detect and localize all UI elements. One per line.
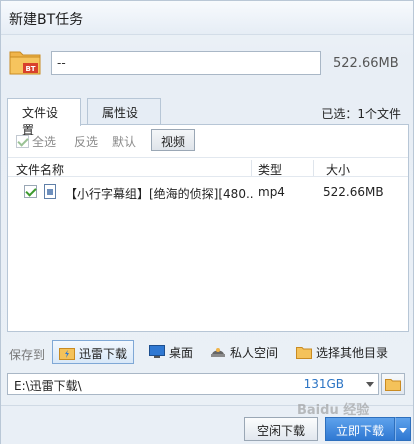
column-header-type[interactable]: 类型 xyxy=(258,161,282,178)
bt-folder-icon: BT xyxy=(9,51,41,75)
private-space-icon xyxy=(211,348,225,357)
save-thunder-download-button[interactable]: 迅雷下载 xyxy=(52,340,134,364)
choose-other-directory-label: 选择其他目录 xyxy=(316,346,389,360)
folder-icon xyxy=(385,379,401,391)
default-selection-link[interactable]: 默认 xyxy=(112,133,136,150)
bt-badge-text: BT xyxy=(25,65,35,73)
free-space-indicator: 131GB xyxy=(303,377,344,391)
private-space-label: 私人空间 xyxy=(230,346,279,360)
selected-file-count: 已选：1个文件 xyxy=(321,107,401,121)
video-file-icon xyxy=(44,184,56,199)
idle-download-button[interactable]: 空闲下载 xyxy=(244,417,318,441)
table-row[interactable]: 【小行字幕组】[绝海的侦探][480... mp4 522.66MB xyxy=(8,182,408,202)
save-desktop-button[interactable]: 桌面 xyxy=(143,340,199,364)
chevron-down-icon[interactable] xyxy=(366,382,374,387)
save-to-label: 保存到 xyxy=(9,348,46,362)
select-all-label: 全选 xyxy=(32,135,57,149)
column-header-size[interactable]: 大小 xyxy=(326,161,350,178)
thunder-download-label: 迅雷下载 xyxy=(79,347,128,361)
tab-attribute-settings[interactable]: 属性设置 xyxy=(87,98,161,137)
desktop-icon xyxy=(149,345,165,358)
column-header-name[interactable]: 文件名称 xyxy=(16,161,64,178)
tab-file-settings[interactable]: 文件设置 xyxy=(7,98,81,137)
column-divider[interactable] xyxy=(313,160,314,176)
row-checkbox[interactable] xyxy=(24,185,37,198)
save-path-value: E:\迅雷下载\ xyxy=(14,379,82,393)
thunder-folder-icon xyxy=(59,348,75,360)
title-bar[interactable]: 新建BT任务 xyxy=(1,1,413,35)
table-header: 文件名称 类型 大小 xyxy=(8,157,408,177)
download-now-button[interactable]: 立即下载 xyxy=(325,417,395,441)
download-options-dropdown[interactable] xyxy=(395,417,411,441)
desktop-label: 桌面 xyxy=(169,346,194,360)
browse-folder-button[interactable] xyxy=(381,373,405,395)
save-private-space-button[interactable]: 私人空间 xyxy=(204,340,284,364)
choose-other-directory-button[interactable]: 选择其他目录 xyxy=(290,340,394,364)
new-bt-task-dialog: 新建BT任务 BT 522.66MB 文件设置 属性设置 已选：1个文件 全选 … xyxy=(0,0,414,444)
folder-icon xyxy=(296,347,312,359)
total-size: 522.66MB xyxy=(333,56,399,71)
file-size-cell: 522.66MB xyxy=(323,185,384,199)
filter-bar: 全选 反选 默认 视频 xyxy=(8,125,408,155)
video-filter-button[interactable]: 视频 xyxy=(151,129,195,151)
column-divider[interactable] xyxy=(251,160,252,176)
invert-selection-link[interactable]: 反选 xyxy=(74,133,98,150)
save-path-combobox[interactable]: E:\迅雷下载\ 131GB xyxy=(7,373,379,395)
watermark: Baidu 经验 xyxy=(297,403,370,418)
file-type-cell: mp4 xyxy=(258,185,285,199)
window-title: 新建BT任务 xyxy=(9,12,84,28)
file-name-cell: 【小行字幕组】[绝海的侦探][480... xyxy=(65,187,253,201)
file-list-panel: 全选 反选 默认 视频 文件名称 类型 大小 【小行字幕组】[绝海的侦探][48… xyxy=(7,124,409,332)
task-name-input[interactable] xyxy=(51,51,321,75)
